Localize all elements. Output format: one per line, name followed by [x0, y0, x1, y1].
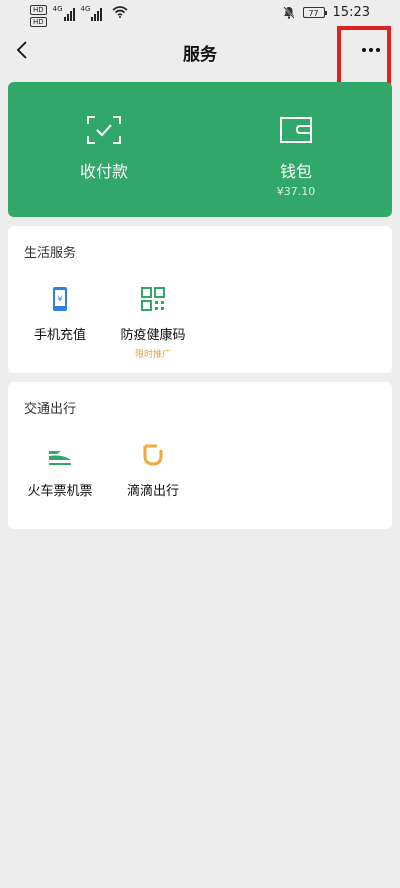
mobile-top-up-button[interactable]: ¥ 手机充值 — [15, 286, 105, 343]
more-dot — [376, 48, 380, 52]
promo-badge: 限时推广 — [134, 350, 171, 360]
more-options-button[interactable] — [356, 36, 386, 64]
mobile-top-up-label: 手机充值 — [33, 328, 86, 343]
status-time: 15:23 — [332, 5, 370, 20]
status-left: HD HD 4G 4G — [30, 5, 128, 27]
qr-code-icon — [141, 287, 165, 311]
mute-bell-icon — [282, 6, 295, 19]
page-title: 服务 — [183, 45, 217, 65]
train-flight-tickets-label: 火车票机票 — [27, 484, 93, 499]
wallet-card: 收付款 钱包 ¥37.10 — [8, 82, 392, 217]
pay-collect-label: 收付款 — [79, 162, 128, 181]
scan-check-icon — [87, 116, 121, 144]
wifi-icon — [112, 6, 128, 18]
sim1-hd-badge: HD — [30, 5, 47, 15]
pay-collect-button[interactable]: 收付款 — [8, 82, 200, 217]
sim-badges: HD HD — [30, 5, 47, 27]
wallet-balance: ¥37.10 — [276, 185, 316, 198]
more-dot — [369, 48, 373, 52]
travel-section: 交通出行 火车票机票 滴滴出行 — [8, 382, 392, 529]
more-dot — [362, 48, 366, 52]
section-title-travel: 交通出行 — [24, 402, 77, 417]
network-label-1: 4G — [52, 5, 63, 13]
wallet-button[interactable]: 钱包 ¥37.10 — [200, 82, 392, 217]
didi-ride-button[interactable]: 滴滴出行 — [108, 442, 198, 499]
status-bar: HD HD 4G 4G 77 15:23 — [0, 0, 400, 28]
life-services-section: 生活服务 ¥ 手机充值 防疫健康码 限时推广 — [8, 226, 392, 373]
mobile-phone-icon: ¥ — [53, 287, 67, 311]
title-bar: 服务 — [0, 28, 400, 74]
status-right: 77 15:23 — [282, 5, 370, 20]
section-title-life: 生活服务 — [24, 246, 77, 261]
svg-text:¥: ¥ — [57, 295, 62, 304]
wallet-icon — [280, 117, 312, 143]
high-speed-train-icon — [49, 451, 71, 465]
health-code-button[interactable]: 防疫健康码 限时推广 — [108, 286, 198, 360]
signal-icon-1: 4G — [53, 5, 75, 21]
sim2-hd-badge: HD — [30, 17, 47, 27]
network-label-2: 4G — [80, 5, 91, 13]
health-code-label: 防疫健康码 — [120, 328, 186, 343]
signal-icon-2: 4G — [81, 5, 103, 21]
didi-logo-icon — [143, 444, 163, 466]
train-flight-tickets-button[interactable]: 火车票机票 — [15, 442, 105, 499]
battery-indicator: 77 — [302, 7, 327, 18]
wallet-label: 钱包 — [279, 162, 312, 181]
didi-ride-label: 滴滴出行 — [126, 484, 179, 499]
